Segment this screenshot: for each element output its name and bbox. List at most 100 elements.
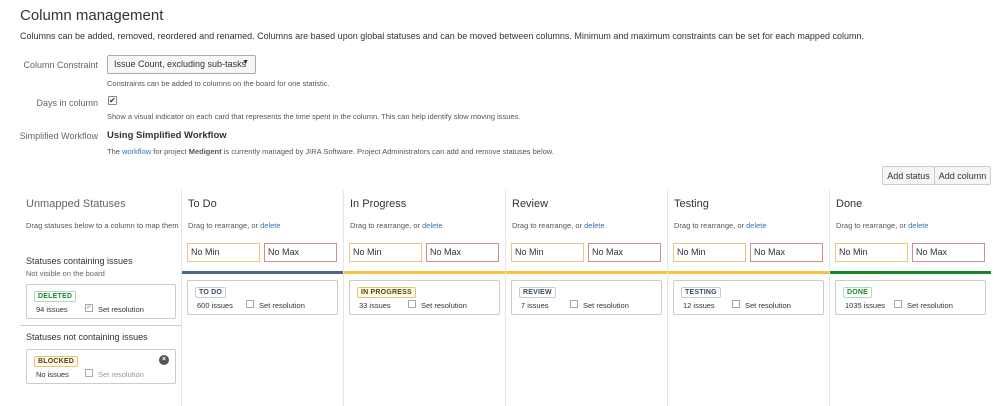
project-name: Medigent bbox=[188, 147, 222, 156]
column-divider bbox=[505, 190, 506, 406]
days-in-column-help: Show a visual indicator on each card tha… bbox=[107, 112, 521, 121]
column-drag-help: Drag to rearrange, or delete bbox=[188, 221, 281, 230]
issue-count: No issues bbox=[36, 370, 69, 379]
column-min-input[interactable]: No Min bbox=[673, 243, 746, 262]
column-divider bbox=[829, 190, 830, 406]
statuses-containing-issues-title: Statuses containing issues bbox=[26, 256, 133, 266]
drag-help-text: Drag to rearrange, or bbox=[836, 221, 909, 230]
delete-column-link[interactable]: delete bbox=[908, 221, 928, 230]
drag-help-text: Drag to rearrange, or bbox=[188, 221, 261, 230]
status-card[interactable]: TO DO 600 issues Set resolution bbox=[187, 280, 338, 315]
column-drag-help: Drag to rearrange, or delete bbox=[350, 221, 443, 230]
help-mid: for project bbox=[151, 147, 189, 156]
set-resolution-label: Set resolution bbox=[98, 370, 144, 379]
set-resolution-checkbox[interactable] bbox=[408, 300, 416, 308]
status-lozenge: TESTING bbox=[681, 287, 721, 298]
days-in-column-checkbox[interactable]: ✔ bbox=[108, 96, 117, 105]
set-resolution-checkbox[interactable] bbox=[894, 300, 902, 308]
unmapped-drag-help: Drag statuses below to a column to map t… bbox=[26, 221, 179, 230]
status-card-blocked[interactable]: BLOCKED × No issues Set resolution bbox=[26, 349, 176, 384]
issue-count: 33 issues bbox=[359, 301, 391, 310]
column-color-bar bbox=[344, 271, 505, 274]
set-resolution-checkbox[interactable]: ✔ bbox=[85, 304, 93, 312]
column-constraint-label: Column Constraint bbox=[23, 60, 98, 70]
column-color-bar bbox=[830, 271, 991, 274]
column-title[interactable]: Testing bbox=[674, 198, 709, 210]
add-status-button[interactable]: Add status bbox=[882, 166, 935, 185]
status-lozenge: TO DO bbox=[195, 287, 227, 298]
page-description: Columns can be added, removed, reordered… bbox=[20, 31, 864, 41]
set-resolution-label: Set resolution bbox=[98, 305, 144, 314]
column-divider bbox=[667, 190, 668, 406]
column-title[interactable]: Review bbox=[512, 198, 548, 210]
drag-help-text: Drag to rearrange, or bbox=[674, 221, 747, 230]
column-min-input[interactable]: No Min bbox=[511, 243, 584, 262]
status-card[interactable]: DONE 1035 issues Set resolution bbox=[835, 280, 986, 315]
set-resolution-label: Set resolution bbox=[907, 301, 953, 310]
status-lozenge: DONE bbox=[843, 287, 873, 298]
statuses-containing-issues-sub: Not visible on the board bbox=[26, 269, 105, 278]
status-lozenge: DELETED bbox=[34, 291, 77, 302]
column-drag-help: Drag to rearrange, or delete bbox=[674, 221, 767, 230]
column-constraint-help: Constraints can be added to columns on t… bbox=[107, 79, 330, 88]
delete-column-link[interactable]: delete bbox=[584, 221, 604, 230]
column-title[interactable]: In Progress bbox=[350, 198, 406, 210]
column-color-bar bbox=[182, 271, 343, 274]
status-card[interactable]: IN PROGRESS 33 issues Set resolution bbox=[349, 280, 500, 315]
column-max-input[interactable]: No Max bbox=[912, 243, 985, 262]
delete-column-link[interactable]: delete bbox=[260, 221, 280, 230]
column-drag-help: Drag to rearrange, or delete bbox=[836, 221, 929, 230]
page-title: Column management bbox=[20, 7, 164, 24]
column-drag-help: Drag to rearrange, or delete bbox=[512, 221, 605, 230]
issue-count: 600 issues bbox=[197, 301, 233, 310]
set-resolution-label: Set resolution bbox=[583, 301, 629, 310]
days-in-column-label: Days in column bbox=[36, 98, 98, 108]
simplified-workflow-label: Simplified Workflow bbox=[19, 131, 98, 141]
column-min-input[interactable]: No Min bbox=[349, 243, 422, 262]
status-card[interactable]: TESTING 12 issues Set resolution bbox=[673, 280, 824, 315]
set-resolution-checkbox[interactable] bbox=[570, 300, 578, 308]
drag-help-text: Drag to rearrange, or bbox=[350, 221, 423, 230]
column-title[interactable]: Done bbox=[836, 198, 862, 210]
set-resolution-label: Set resolution bbox=[745, 301, 791, 310]
status-lozenge: BLOCKED bbox=[34, 356, 79, 367]
section-divider bbox=[20, 325, 181, 326]
column-max-input[interactable]: No Max bbox=[750, 243, 823, 262]
column-color-bar bbox=[506, 271, 667, 274]
column-divider bbox=[343, 190, 344, 406]
help-prefix: The bbox=[107, 147, 123, 156]
issue-count: 12 issues bbox=[683, 301, 715, 310]
statuses-not-containing-issues-title: Statuses not containing issues bbox=[26, 332, 148, 342]
column-title[interactable]: To Do bbox=[188, 198, 217, 210]
workflow-link[interactable]: workflow bbox=[122, 147, 151, 156]
caret-down-icon: ▼ bbox=[242, 59, 249, 66]
status-lozenge: IN PROGRESS bbox=[357, 287, 416, 298]
help-suffix: is currently managed by JIRA Software. P… bbox=[221, 147, 554, 156]
column-max-input[interactable]: No Max bbox=[426, 243, 499, 262]
column-min-input[interactable]: No Min bbox=[835, 243, 908, 262]
issue-count: 1035 issues bbox=[845, 301, 886, 310]
set-resolution-checkbox[interactable] bbox=[85, 369, 93, 377]
issue-count: 7 issues bbox=[521, 301, 549, 310]
status-lozenge: REVIEW bbox=[519, 287, 556, 298]
status-card[interactable]: REVIEW 7 issues Set resolution bbox=[511, 280, 662, 315]
column-constraint-value: Issue Count, excluding sub-tasks bbox=[114, 59, 247, 69]
set-resolution-checkbox[interactable] bbox=[732, 300, 740, 308]
column-max-input[interactable]: No Max bbox=[588, 243, 661, 262]
delete-column-link[interactable]: delete bbox=[746, 221, 766, 230]
column-max-input[interactable]: No Max bbox=[264, 243, 337, 262]
unmapped-statuses-title: Unmapped Statuses bbox=[26, 198, 126, 210]
column-min-input[interactable]: No Min bbox=[187, 243, 260, 262]
column-divider bbox=[181, 190, 182, 406]
delete-column-link[interactable]: delete bbox=[422, 221, 442, 230]
simplified-workflow-value: Using Simplified Workflow bbox=[107, 130, 227, 141]
close-icon[interactable]: × bbox=[159, 355, 169, 365]
column-constraint-select[interactable]: Issue Count, excluding sub-tasks ▼ bbox=[107, 55, 256, 74]
set-resolution-checkbox[interactable] bbox=[246, 300, 254, 308]
set-resolution-label: Set resolution bbox=[421, 301, 467, 310]
set-resolution-label: Set resolution bbox=[259, 301, 305, 310]
drag-help-text: Drag to rearrange, or bbox=[512, 221, 585, 230]
status-card-deleted[interactable]: DELETED 94 issues ✔ Set resolution bbox=[26, 284, 176, 319]
add-column-button[interactable]: Add column bbox=[934, 166, 991, 185]
issue-count: 94 issues bbox=[36, 305, 68, 314]
